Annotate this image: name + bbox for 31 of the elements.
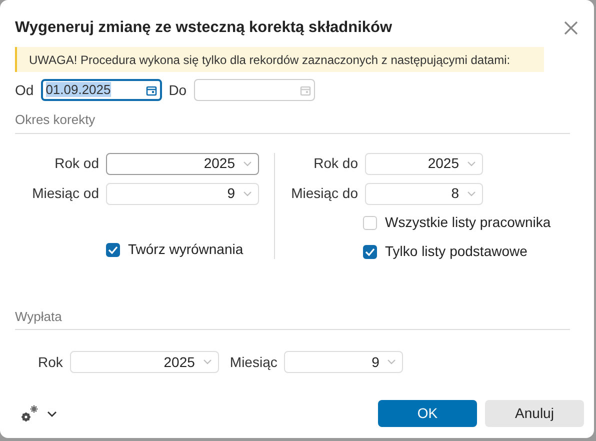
cancel-button[interactable]: Anuluj xyxy=(485,400,584,427)
checkbox-label: Tylko listy podstawowe xyxy=(385,242,528,261)
section-title: Okres korekty xyxy=(15,111,96,129)
dropdown[interactable]: 2025 xyxy=(70,351,219,373)
gears-icon[interactable] xyxy=(19,404,39,424)
dropdown[interactable]: 2025 xyxy=(365,152,483,174)
checkbox-label: Twórz wyrównania xyxy=(128,240,244,259)
date-field[interactable] xyxy=(194,79,315,101)
dropdown[interactable]: 9 xyxy=(106,182,259,204)
checkbox[interactable] xyxy=(106,242,120,256)
dropdown[interactable]: 9 xyxy=(284,351,404,373)
date-field[interactable]: 01.09.2025 xyxy=(40,79,162,101)
field-label: Miesiąc xyxy=(230,352,278,372)
dropdown[interactable]: 2025 xyxy=(106,152,259,174)
dialog-title: Wygeneruj zmianę ze wsteczną korektą składników xyxy=(15,18,392,38)
warning-banner: UWAGA! Procedura wykona się tylko dla rekordów zaznaczonych z następującymi datami: xyxy=(15,47,544,72)
field-label: Do xyxy=(168,80,187,100)
calendar-icon[interactable] xyxy=(146,84,157,96)
field-label: Rok do xyxy=(312,154,358,173)
checkbox-label: Wszystkie listy pracownika xyxy=(385,213,551,232)
checkbox[interactable] xyxy=(363,244,377,258)
chevron-down-icon[interactable] xyxy=(47,410,57,416)
field-label: Rok xyxy=(38,352,63,372)
section-title: Wypłata xyxy=(15,308,63,326)
field-label: Miesiąc do xyxy=(290,184,358,203)
ok-button[interactable]: OK xyxy=(378,400,477,427)
field-label: Od xyxy=(15,80,34,100)
field-label: Miesiąc od xyxy=(31,184,99,203)
close-icon[interactable] xyxy=(564,21,578,35)
dropdown[interactable]: 8 xyxy=(365,182,483,204)
field-label: Rok od xyxy=(54,154,99,173)
